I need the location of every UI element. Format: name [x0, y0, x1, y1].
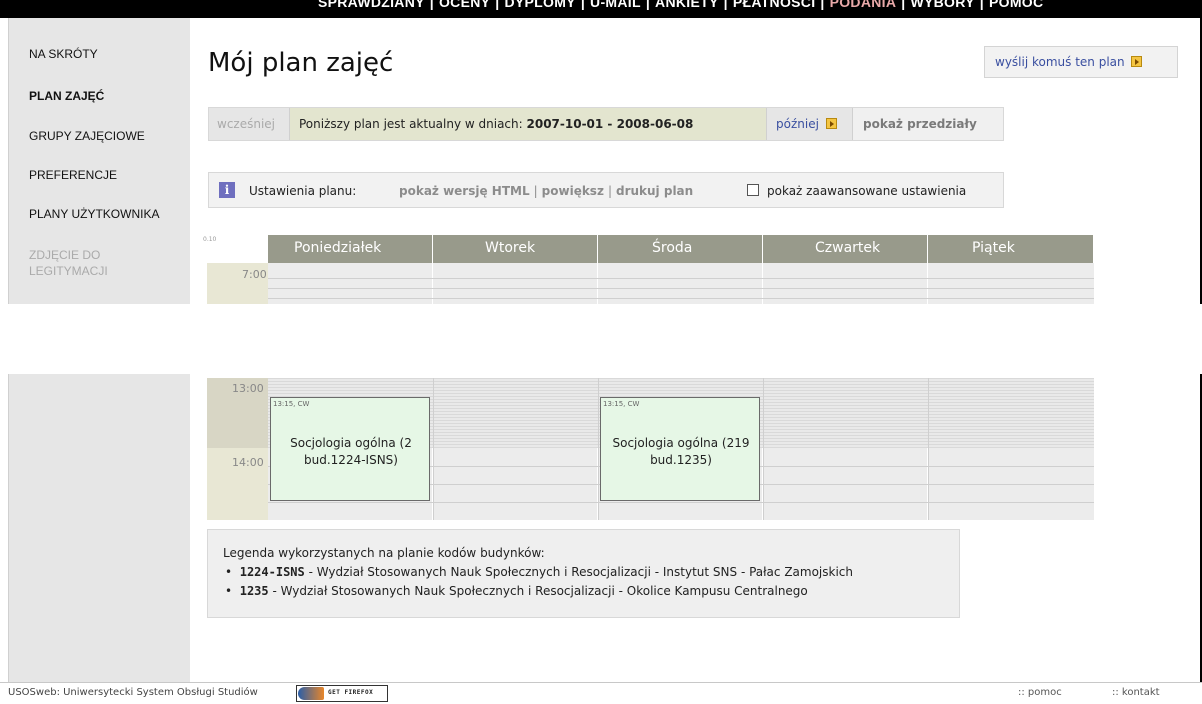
date-range-value: 2007-10-01 - 2008-06-08 — [526, 117, 694, 131]
sidebar-item-plan-zajec[interactable]: PLAN ZAJĘĆ — [29, 89, 104, 103]
firefox-logo-icon — [298, 687, 324, 700]
bullet-icon: • — [225, 565, 240, 579]
legend-code: 1224-ISNS — [239, 565, 305, 579]
page-title: Mój plan zajęć — [208, 48, 394, 78]
event-time: 13:15, CW — [603, 400, 640, 408]
legend-entry: • 1235 - Wydział Stosowanych Nauk Społec… — [225, 584, 808, 598]
day-header-friday: Piątek — [928, 235, 1094, 263]
legend-heading: Legenda wykorzystanych na planie kodów b… — [223, 546, 545, 560]
grid-line — [268, 298, 1094, 299]
plan-settings-bar: i Ustawienia planu: pokaż wersję HTML | po… — [208, 172, 1004, 208]
footer: USOSweb: Uniwersytecki System Obsługi St… — [0, 682, 1202, 704]
legend-entry: • 1224-ISNS - Wydział Stosowanych Nauk S… — [225, 565, 853, 579]
event-location-line: bud.1235) — [650, 453, 712, 467]
day-header-tuesday: Wtorek — [433, 235, 598, 263]
menu-separator: | — [645, 0, 651, 10]
show-intervals-link[interactable]: pokaż przedziały — [853, 108, 1003, 140]
earlier-button: wcześniej — [209, 108, 290, 140]
date-range-label: Poniższy plan jest aktualny w dniach: — [299, 117, 527, 131]
building-codes-legend: Legenda wykorzystanych na planie kodów b… — [207, 529, 960, 618]
arrow-right-icon — [825, 118, 837, 129]
top-menu-item-platnosci[interactable]: PŁATNOŚCI — [733, 0, 816, 10]
calendar-corner-label: 0.10 — [203, 236, 217, 243]
day-header-thursday: Czwartek — [763, 235, 928, 263]
contact-link[interactable]: :: kontakt — [1112, 687, 1160, 698]
menu-separator: | — [429, 0, 434, 10]
bullet-icon: • — [225, 584, 240, 598]
menu-separator: | — [820, 0, 825, 10]
sidebar-item-zdjecie-do-legitymacji: ZDJĘCIE DO LEGITYMACJI — [29, 248, 108, 278]
class-event-monday[interactable]: 13:15, CW Socjologia ogólna (2 bud.1224-… — [270, 397, 430, 501]
legend-description: - Wydział Stosowanych Nauk Społecznych i… — [304, 565, 853, 579]
firefox-badge-label: GET FIREFOX — [328, 689, 374, 696]
arrow-right-icon — [1131, 56, 1143, 67]
menu-separator: | — [580, 0, 586, 10]
time-label-14: 14:00 — [232, 456, 264, 469]
event-title-line: Socjologia ogólna (2 — [290, 436, 412, 450]
top-menu-item-sprawdziany[interactable]: SPRAWDZIANY — [318, 0, 425, 10]
send-plan-label: wyślij komuś ten plan — [995, 55, 1125, 69]
link-separator: | — [607, 184, 612, 198]
get-firefox-badge[interactable]: GET FIREFOX — [296, 685, 388, 702]
grid-line — [433, 378, 434, 520]
time-column — [207, 378, 268, 520]
time-label-13: 13:00 — [232, 382, 264, 395]
menu-separator: | — [723, 0, 728, 10]
top-navigation-bar: SPRAWDZIANY | OCENY | DYPLOMY | U-MAIL | ANKIETY… — [0, 0, 1202, 18]
menu-separator: | — [979, 0, 984, 10]
sidebar-item-preferencje[interactable]: PREFERENCJE — [29, 168, 117, 182]
event-title: Socjologia ogólna (2 bud.1224-ISNS) — [271, 435, 431, 469]
event-location-line: bud.1224-ISNS) — [304, 453, 398, 467]
top-menu-item-pomoc[interactable]: POMOC — [989, 0, 1043, 10]
top-menu-item-ankiety[interactable]: ANKIETY — [655, 0, 719, 10]
date-range-bar: wcześniej Poniższy plan jest aktualny w … — [208, 107, 1004, 141]
sidebar-item-plany-uzytkownika[interactable]: PLANY UŻYTKOWNIKA — [29, 207, 159, 221]
advanced-settings-checkbox[interactable] — [747, 184, 759, 196]
help-link[interactable]: :: pomoc — [1018, 687, 1062, 698]
event-time: 13:15, CW — [273, 400, 310, 408]
system-name: USOSweb: Uniwersytecki System Obsługi St… — [8, 687, 258, 698]
link-separator: | — [533, 184, 538, 198]
settings-links: pokaż wersję HTML | powiększ | drukuj plan — [399, 184, 693, 198]
advanced-settings-label[interactable]: pokaż zaawansowane ustawienia — [767, 184, 966, 198]
screenshot-gap — [0, 304, 1202, 374]
grid-line — [928, 378, 929, 520]
top-menu: SPRAWDZIANY | OCENY | DYPLOMY | U-MAIL | ANKIETY… — [318, 0, 1043, 10]
top-menu-item-podania[interactable]: PODANIA — [830, 0, 897, 10]
class-event-wednesday[interactable]: 13:15, CW Socjologia ogólna (219 bud.123… — [600, 397, 760, 501]
grid-line — [268, 288, 1094, 289]
grid-line — [268, 278, 1094, 279]
date-range-text: Poniższy plan jest aktualny w dniach: 20… — [290, 108, 766, 140]
print-plan-link[interactable]: drukuj plan — [616, 184, 693, 198]
time-label-7: 7:00 — [242, 268, 267, 281]
day-header-monday: Poniedziałek — [268, 235, 433, 263]
info-icon: i — [219, 182, 235, 198]
menu-separator: | — [495, 0, 500, 10]
later-label: później — [776, 117, 819, 131]
sidebar-item-na-skroty[interactable]: NA SKRÓTY — [29, 47, 98, 61]
grid-line — [268, 502, 1094, 503]
later-button[interactable]: później — [766, 108, 853, 140]
top-menu-item-oceny[interactable]: OCENY — [439, 0, 490, 10]
event-title: Socjologia ogólna (219 bud.1235) — [601, 435, 761, 469]
settings-label: Ustawienia planu: — [249, 184, 357, 198]
menu-separator: | — [901, 0, 906, 10]
top-menu-item-u-mail[interactable]: U-MAIL — [590, 0, 641, 10]
grid-line — [763, 378, 764, 520]
day-header-wednesday: Środa — [598, 235, 763, 263]
show-html-version-link[interactable]: pokaż wersję HTML — [399, 184, 530, 198]
legend-description: - Wydział Stosowanych Nauk Społecznych i… — [268, 584, 808, 598]
send-plan-button[interactable]: wyślij komuś ten plan — [984, 46, 1178, 78]
top-menu-item-dyplomy[interactable]: DYPLOMY — [504, 0, 575, 10]
zoom-link[interactable]: powiększ — [542, 184, 604, 198]
event-title-line: Socjologia ogólna (219 — [612, 436, 750, 450]
grid-line — [598, 378, 599, 520]
top-menu-item-wybory[interactable]: WYBORY — [911, 0, 975, 10]
sidebar-item-grupy-zajeciowe[interactable]: GRUPY ZAJĘCIOWE — [29, 129, 145, 143]
legend-code: 1235 — [239, 584, 269, 598]
